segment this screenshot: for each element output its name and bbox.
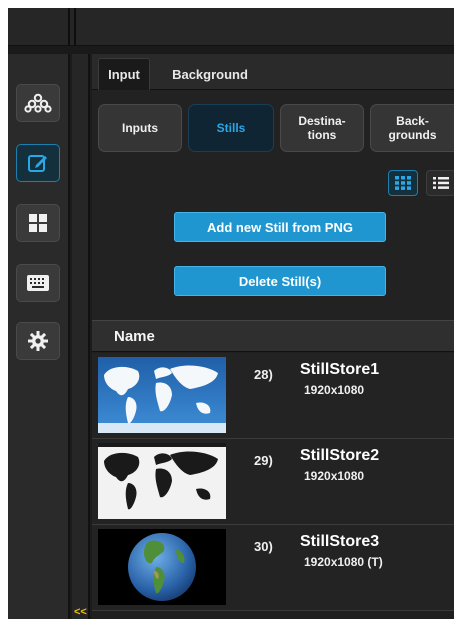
table-row[interactable]: 30) StillStore3 1920x1080 (T) [92,525,454,611]
sidebar-item-sources[interactable] [16,84,60,122]
still-thumbnail [98,529,226,605]
segment-stills[interactable]: Stills [188,104,274,152]
still-thumbnail [98,443,226,519]
keyboard-icon [27,275,49,291]
layout-grid-icon [29,214,47,232]
grid-view-button[interactable] [388,170,418,196]
settings-gear-icon [28,331,48,351]
column-header-name[interactable]: Name [114,328,155,345]
tab-input[interactable]: Input [98,58,150,90]
main-panel: Input Background Inputs Stills Destina- … [92,54,454,619]
still-name: StillStore2 [300,447,380,464]
still-thumbnail [98,357,226,433]
list-view-button[interactable] [426,170,454,196]
sidebar-item-edit[interactable] [16,144,60,182]
panel-divider [72,54,90,619]
still-index: 30) [254,539,273,554]
still-name: StillStore3 [300,533,380,550]
list-view-icon [433,177,449,189]
still-resolution: 1920x1080 (T) [304,555,383,569]
stills-panel: Inputs Stills Destina- tions Back- groun… [92,90,454,320]
tab-bar: Input Background [92,54,454,90]
top-bar [8,8,454,46]
app-window: << Input Background Inputs Stills Destin… [8,8,454,619]
edit-icon [28,155,47,172]
tab-background[interactable]: Background [162,58,258,90]
delete-still-button[interactable]: Delete Still(s) [174,266,386,296]
sidebar-item-settings[interactable] [16,322,60,360]
still-resolution: 1920x1080 [304,383,365,397]
sidebar-item-layout[interactable] [16,204,60,242]
still-resolution: 1920x1080 [304,469,365,483]
top-bar-right [74,8,454,46]
add-still-button[interactable]: Add new Still from PNG [174,212,386,242]
segment-destinations[interactable]: Destina- tions [280,104,364,152]
top-bar-left [8,8,70,46]
sidebar [8,54,70,619]
segment-inputs[interactable]: Inputs [98,104,182,152]
segment-backgrounds[interactable]: Back- grounds [370,104,454,152]
table-row[interactable]: 29) StillStore2 1920x1080 [92,439,454,525]
grid-view-icon [395,176,411,190]
sources-icon [24,93,52,113]
still-index: 29) [254,453,273,468]
sidebar-item-keyboard[interactable] [16,264,60,302]
table-header: Name [92,320,454,352]
still-name: StillStore1 [300,361,380,378]
collapse-toggle[interactable]: << [74,606,87,618]
still-index: 28) [254,367,273,382]
table-row[interactable]: 28) StillStore1 1920x1080 [92,353,454,439]
